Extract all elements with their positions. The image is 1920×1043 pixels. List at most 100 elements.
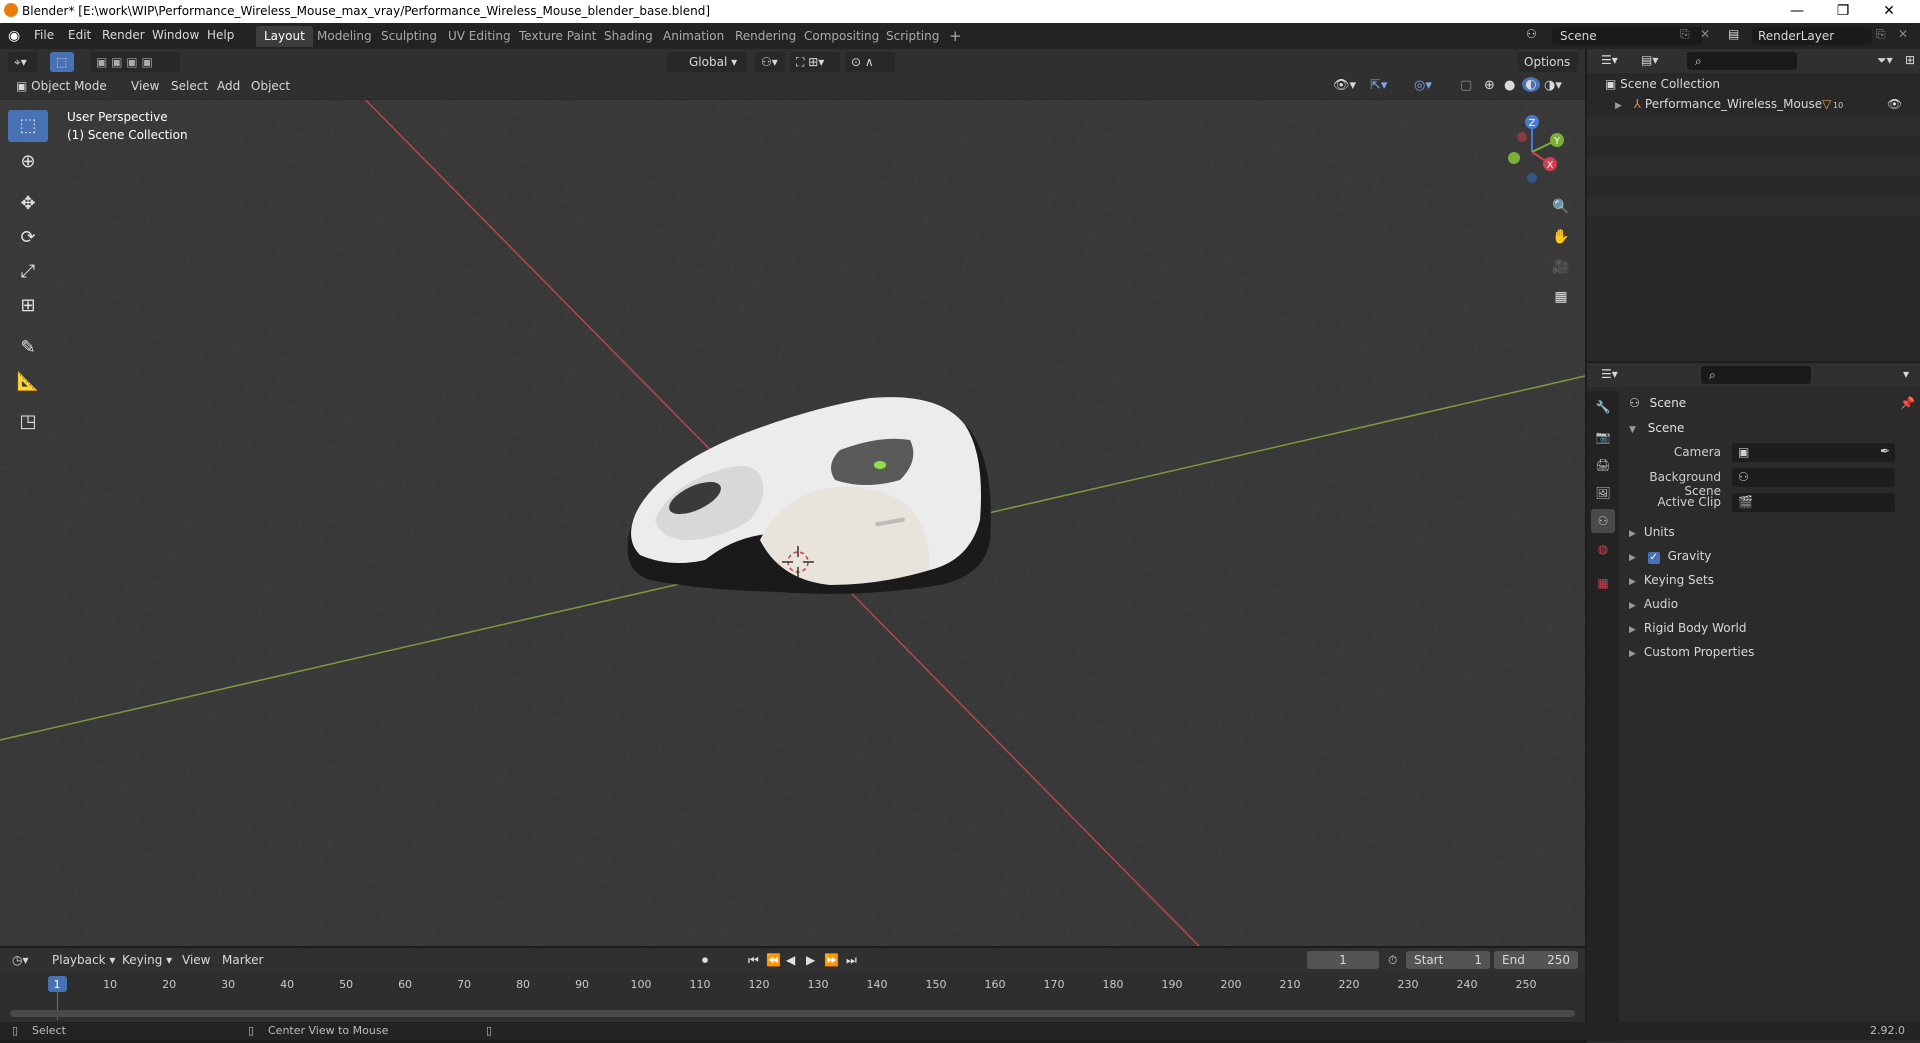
- scene-tab-icon[interactable]: ⚇: [1591, 509, 1615, 533]
- panel-units[interactable]: ▶ Units: [1629, 525, 1675, 539]
- zoom-icon[interactable]: 🔍: [1548, 194, 1574, 220]
- selection-mode-buttons[interactable]: ▣ ▣ ▣ ▣: [90, 52, 180, 72]
- texture-tab-icon[interactable]: ▦: [1591, 571, 1615, 595]
- 3d-viewport[interactable]: ⬚ ⊕ ✥ ⟳ ⤢ ⊞ ✎ 📐 ◳ User Perspective (1) S…: [0, 99, 1585, 946]
- overlay-toggle-icon[interactable]: ◎▾: [1414, 78, 1432, 93]
- editor-type-icon[interactable]: ⌖▾: [8, 52, 38, 72]
- display-mode-icon[interactable]: ▤▾: [1641, 53, 1658, 67]
- panel-audio[interactable]: ▶ Audio: [1629, 597, 1678, 611]
- new-scene-icon[interactable]: ⎘: [1680, 27, 1690, 42]
- tab-animation[interactable]: Animation: [655, 26, 732, 47]
- remove-scene-icon[interactable]: ✕: [1700, 27, 1710, 41]
- tool-tab-icon[interactable]: 🔧: [1591, 395, 1615, 419]
- scene-selector-icon[interactable]: ⚇: [1526, 27, 1537, 41]
- tab-scripting[interactable]: Scripting: [878, 26, 947, 47]
- select-tool-icon[interactable]: ⬚: [50, 52, 74, 72]
- new-collection-icon[interactable]: ⊞: [1905, 53, 1915, 67]
- pan-hand-icon[interactable]: ✋: [1548, 224, 1574, 250]
- rendered-shading-icon[interactable]: ◑▾: [1544, 78, 1562, 93]
- outliner-editor-type-icon[interactable]: ☰▾: [1601, 53, 1618, 67]
- add-cube-tool-icon[interactable]: ◳: [8, 406, 48, 438]
- render-tab-icon[interactable]: 📷: [1591, 425, 1615, 449]
- tab-shading[interactable]: Shading: [596, 26, 661, 47]
- view-layer-icon[interactable]: ▤: [1728, 27, 1739, 41]
- panel-custom-properties[interactable]: ▶ Custom Properties: [1629, 645, 1754, 659]
- output-tab-icon[interactable]: 🖨: [1591, 453, 1615, 477]
- camera-view-icon[interactable]: 🎥: [1548, 254, 1574, 280]
- cursor-tool-icon[interactable]: ⊕: [8, 146, 48, 178]
- scale-tool-icon[interactable]: ⤢: [8, 256, 48, 288]
- gravity-checkbox[interactable]: ✓: [1647, 552, 1660, 564]
- visibility-icon[interactable]: 👁▾: [1333, 78, 1356, 93]
- ortho-toggle-icon[interactable]: ▦: [1548, 284, 1574, 310]
- tab-modeling[interactable]: Modeling: [309, 26, 380, 47]
- maximize-button[interactable]: ❐: [1820, 0, 1866, 23]
- outliner-item[interactable]: ▶ ⅄ Performance_Wireless_Mouse ▽ 10 👁: [1615, 97, 1915, 111]
- panel-rigid-body-world[interactable]: ▶ Rigid Body World: [1629, 621, 1746, 635]
- options-dropdown[interactable]: Options ▾: [1518, 52, 1578, 89]
- eyedropper-icon[interactable]: ✒: [1880, 444, 1890, 458]
- pivot-point-icon[interactable]: ⚇▾: [755, 52, 785, 72]
- close-button[interactable]: ✕: [1866, 0, 1912, 23]
- menu-file[interactable]: File: [34, 28, 54, 42]
- frame-tick-label: 70: [457, 978, 472, 991]
- tab-uv-editing[interactable]: UV Editing: [440, 26, 519, 47]
- transform-orientation-dropdown[interactable]: Global ▾: [667, 52, 747, 72]
- viewport-menu-select[interactable]: Select: [171, 79, 208, 93]
- panel-gravity[interactable]: ▶ ✓ Gravity: [1629, 549, 1711, 564]
- tab-compositing[interactable]: Compositing: [796, 26, 887, 47]
- background-scene-field[interactable]: ⚇: [1732, 468, 1895, 487]
- view-layer-tab-icon[interactable]: 🖼: [1591, 481, 1615, 505]
- tab-texture-paint[interactable]: Texture Paint: [511, 26, 604, 47]
- expand-triangle-icon[interactable]: ▶: [1615, 101, 1622, 111]
- active-clip-field[interactable]: 🎬: [1732, 493, 1895, 512]
- proportional-edit-icon[interactable]: ⊙ ∧: [845, 52, 895, 72]
- navigation-gizmo[interactable]: Z Y X: [1492, 112, 1572, 192]
- outliner-search-input[interactable]: ⌕: [1687, 52, 1797, 70]
- world-tab-icon[interactable]: ◍: [1591, 537, 1615, 561]
- blender-logo-icon: [4, 3, 18, 17]
- viewport-menu-add[interactable]: Add: [217, 79, 240, 93]
- mouse-model[interactable]: [610, 380, 1010, 620]
- add-workspace-button[interactable]: +: [941, 26, 970, 47]
- panel-keying-sets[interactable]: ▶ Keying Sets: [1629, 573, 1714, 587]
- move-tool-icon[interactable]: ✥: [8, 188, 48, 220]
- tab-rendering[interactable]: Rendering: [727, 26, 804, 47]
- tab-sculpting[interactable]: Sculpting: [373, 26, 445, 47]
- gizmo-toggle-icon[interactable]: ⇱▾: [1370, 78, 1387, 93]
- tab-layout[interactable]: Layout: [256, 26, 313, 47]
- solid-shading-icon[interactable]: ●: [1504, 78, 1515, 93]
- outliner-scene-collection[interactable]: ▣ Scene Collection: [1605, 77, 1720, 91]
- material-shading-icon[interactable]: ◐: [1522, 77, 1540, 92]
- minimize-button[interactable]: —: [1774, 0, 1820, 23]
- menu-help[interactable]: Help: [207, 28, 234, 42]
- viewport-menu-view[interactable]: View: [131, 79, 159, 93]
- camera-field[interactable]: ▣ ✒: [1732, 443, 1895, 462]
- filter-icon[interactable]: ⏷▾: [1877, 53, 1893, 68]
- remove-view-layer-icon[interactable]: ✕: [1898, 27, 1908, 41]
- properties-editor-type-icon[interactable]: ☰▾: [1601, 367, 1618, 381]
- properties-search-input[interactable]: ⌕: [1701, 366, 1811, 384]
- annotate-tool-icon[interactable]: ✎: [8, 332, 48, 364]
- measure-tool-icon[interactable]: 📐: [8, 366, 48, 398]
- pin-icon[interactable]: 📌: [1900, 396, 1915, 410]
- transform-tool-icon[interactable]: ⊞: [8, 290, 48, 322]
- select-box-tool[interactable]: ⬚: [8, 110, 48, 142]
- object-mode-dropdown[interactable]: ▣ Object Mode ▾: [10, 76, 118, 113]
- rotate-tool-icon[interactable]: ⟳: [8, 222, 48, 254]
- menu-edit[interactable]: Edit: [68, 28, 91, 42]
- snap-icon[interactable]: ⛶ ⊞▾: [790, 52, 840, 72]
- blender-menu-icon[interactable]: ◉: [8, 28, 20, 44]
- render-layer-field[interactable]: RenderLayer: [1752, 27, 1872, 45]
- visibility-eye-icon[interactable]: 👁: [1887, 97, 1902, 111]
- top-bar: ◉ File Edit Render Window Help Layout Mo…: [0, 23, 1920, 49]
- viewport-menu-object[interactable]: Object: [251, 79, 290, 93]
- xray-toggle-icon[interactable]: ▢: [1460, 78, 1472, 93]
- new-view-layer-icon[interactable]: ⎘: [1876, 27, 1886, 42]
- timeline-scrollbar[interactable]: [10, 1010, 1575, 1017]
- scene-section-header[interactable]: ▼ Scene: [1629, 421, 1684, 435]
- wireframe-shading-icon[interactable]: ⊕: [1484, 78, 1495, 93]
- menu-window[interactable]: Window: [152, 28, 199, 42]
- menu-render[interactable]: Render: [102, 28, 145, 42]
- properties-options-chevron-icon[interactable]: ▾: [1903, 367, 1909, 381]
